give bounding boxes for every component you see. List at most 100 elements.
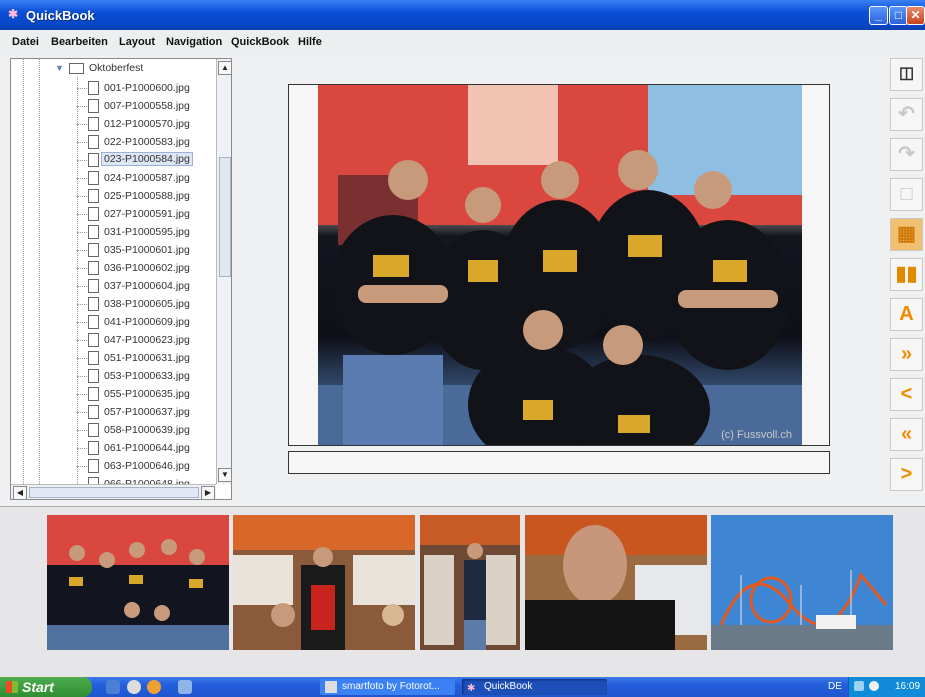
- file-icon: [88, 135, 99, 149]
- tree-vertical-scrollbar[interactable]: ▲ ▼: [216, 59, 231, 484]
- file-name: 031-P1000595.jpg: [104, 226, 190, 238]
- file-name: 053-P1000633.jpg: [104, 370, 190, 382]
- file-icon: [88, 405, 99, 419]
- next-double-icon[interactable]: »: [890, 338, 923, 371]
- windows-logo-icon: [6, 681, 18, 693]
- tree-horizontal-scrollbar[interactable]: ◀ ▶: [11, 484, 216, 499]
- language-indicator[interactable]: DE: [828, 681, 842, 692]
- title-bar: ✱ QuickBook _ □ ✕: [0, 0, 925, 30]
- file-name: 001-P1000600.jpg: [104, 82, 190, 94]
- taskbar: Start smartfoto by Fotorot... ✱ QuickBoo…: [0, 677, 925, 697]
- bus-interior-thumbnail[interactable]: [420, 515, 520, 650]
- redo-icon[interactable]: ↷: [890, 138, 923, 171]
- file-name: 051-P1000631.jpg: [104, 352, 190, 364]
- page-preview[interactable]: (c) Fussvoll.ch: [288, 84, 830, 446]
- close-button[interactable]: ✕: [906, 6, 925, 25]
- text-icon[interactable]: A: [890, 298, 923, 331]
- minimize-button[interactable]: _: [869, 6, 888, 25]
- file-icon: [88, 423, 99, 437]
- file-icon: [88, 369, 99, 383]
- system-tray: 16:09: [848, 677, 925, 697]
- bus-party-thumbnail[interactable]: [233, 515, 415, 650]
- rollercoaster-thumbnail[interactable]: [711, 515, 893, 650]
- file-name: 037-P1000604.jpg: [104, 280, 190, 292]
- window-title: QuickBook: [26, 8, 95, 23]
- task-quickbook-label: QuickBook: [484, 681, 533, 692]
- file-icon: [88, 315, 99, 329]
- file-name: 047-P1000623.jpg: [104, 334, 190, 346]
- menu-hilfe[interactable]: Hilfe: [298, 36, 322, 48]
- expand-toggle-icon[interactable]: ▼: [55, 63, 64, 73]
- file-icon: [88, 459, 99, 473]
- file-icon: [88, 99, 99, 113]
- file-icon: [88, 261, 99, 275]
- layout-icon[interactable]: ◫: [890, 58, 923, 91]
- undo-icon[interactable]: ↶: [890, 98, 923, 131]
- file-icon: [88, 333, 99, 347]
- file-name: 023-P1000584.jpg: [101, 152, 193, 166]
- portrait-thumbnail[interactable]: [525, 515, 707, 650]
- quicklaunch-browser-icon[interactable]: [127, 680, 141, 694]
- menu-bearbeiten[interactable]: Bearbeiten: [51, 36, 108, 48]
- file-icon: [88, 171, 99, 185]
- file-icon: [88, 243, 99, 257]
- file-name: 035-P1000601.jpg: [104, 244, 190, 256]
- scroll-up-icon[interactable]: ▲: [218, 61, 231, 75]
- file-icon: [88, 117, 99, 131]
- file-icon: [88, 279, 99, 293]
- file-icon: [88, 153, 99, 167]
- file-icon: [88, 81, 99, 95]
- volume-icon[interactable]: [869, 681, 879, 691]
- group-photo-thumbnail[interactable]: [47, 515, 229, 650]
- scroll-down-icon[interactable]: ▼: [218, 468, 231, 482]
- hscroll-thumb[interactable]: [29, 487, 199, 498]
- file-name: 058-P1000639.jpg: [104, 424, 190, 436]
- file-name: 055-P1000635.jpg: [104, 388, 190, 400]
- file-name: 057-P1000637.jpg: [104, 406, 190, 418]
- folder-label: Oktoberfest: [89, 62, 144, 74]
- network-icon[interactable]: [854, 681, 864, 691]
- task-quickbook[interactable]: ✱ QuickBook: [462, 679, 607, 695]
- quicklaunch-desktop-icon[interactable]: [106, 680, 120, 694]
- scroll-left-icon[interactable]: ◀: [13, 486, 27, 499]
- image-frame-icon[interactable]: ▦: [890, 218, 923, 251]
- scroll-thumb[interactable]: [219, 157, 231, 277]
- smartfoto-icon: [325, 681, 337, 693]
- file-name: 036-P1000602.jpg: [104, 262, 190, 274]
- task-smartfoto[interactable]: smartfoto by Fotorot...: [320, 679, 455, 695]
- file-icon: [88, 297, 99, 311]
- next-icon[interactable]: >: [890, 458, 923, 491]
- prev-double-icon[interactable]: «: [890, 418, 923, 451]
- file-icon: [88, 189, 99, 203]
- file-icon: [88, 387, 99, 401]
- start-label: Start: [22, 679, 54, 695]
- clock: 16:09: [895, 681, 921, 692]
- menu-layout[interactable]: Layout: [119, 36, 155, 48]
- file-icon: [88, 207, 99, 221]
- quicklaunch-media-icon[interactable]: [147, 680, 161, 694]
- page-icon[interactable]: □: [890, 178, 923, 211]
- two-pages-icon[interactable]: ▮▮: [890, 258, 923, 291]
- scroll-right-icon[interactable]: ▶: [201, 486, 215, 499]
- menu-navigation[interactable]: Navigation: [166, 36, 222, 48]
- file-name: 063-P1000646.jpg: [104, 460, 190, 472]
- task-smartfoto-label: smartfoto by Fotorot...: [342, 681, 440, 692]
- photo-watermark: (c) Fussvoll.ch: [721, 429, 792, 441]
- preview-photo[interactable]: (c) Fussvoll.ch: [318, 85, 802, 445]
- folder-icon: [69, 63, 84, 74]
- file-icon: [88, 441, 99, 455]
- file-name: 007-P1000558.jpg: [104, 100, 190, 112]
- file-name: 041-P1000609.jpg: [104, 316, 190, 328]
- caption-field[interactable]: [288, 451, 830, 474]
- filmstrip: [0, 506, 925, 676]
- menu-datei[interactable]: Datei: [12, 36, 39, 48]
- file-name: 022-P1000583.jpg: [104, 136, 190, 148]
- quicklaunch-folder-icon[interactable]: [178, 680, 192, 694]
- file-name: 025-P1000588.jpg: [104, 190, 190, 202]
- file-name: 024-P1000587.jpg: [104, 172, 190, 184]
- menu-quickbook[interactable]: QuickBook: [231, 36, 289, 48]
- start-button[interactable]: Start: [0, 677, 92, 697]
- prev-icon[interactable]: <: [890, 378, 923, 411]
- file-icon: [88, 351, 99, 365]
- file-name: 012-P1000570.jpg: [104, 118, 190, 130]
